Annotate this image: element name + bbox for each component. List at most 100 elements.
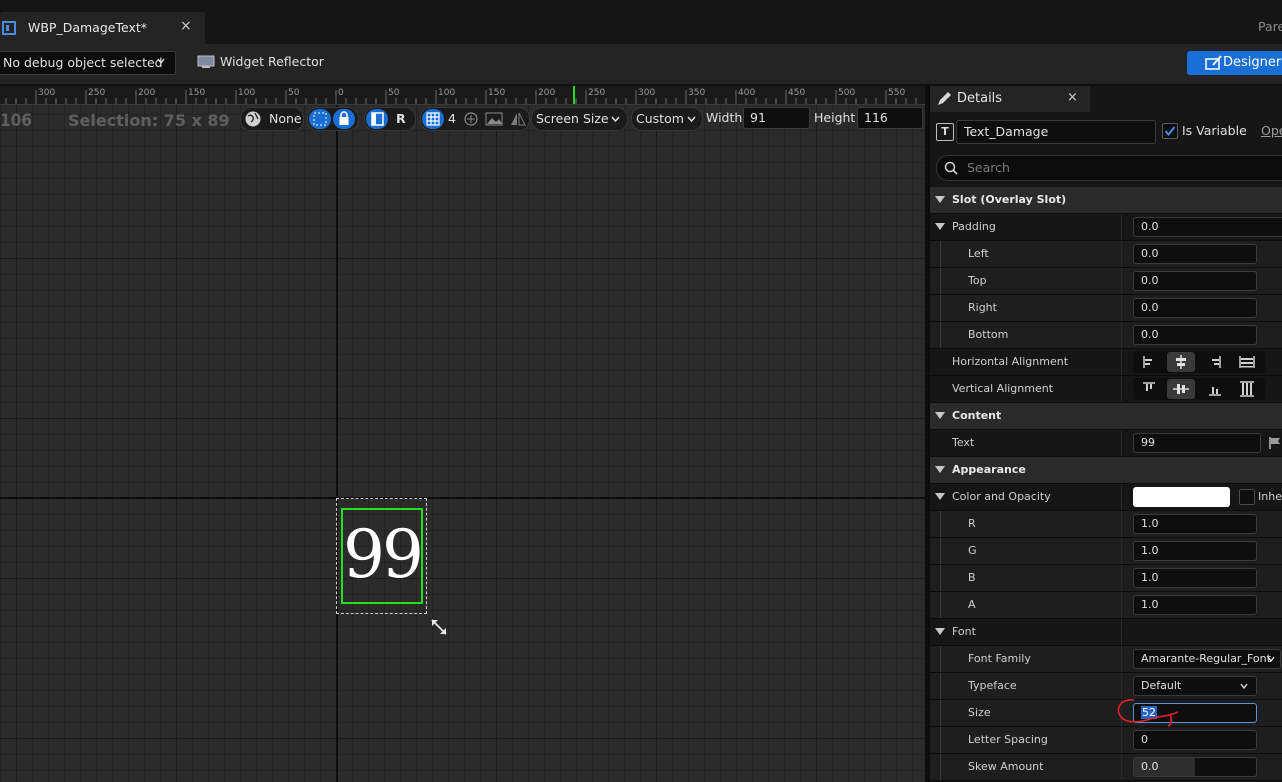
ruler-label: 250 xyxy=(88,88,106,98)
is-variable-checkbox[interactable] xyxy=(1162,123,1178,139)
ruler-label: 200 xyxy=(538,88,556,98)
padding-bottom-input[interactable]: 0.0 xyxy=(1133,325,1257,345)
padding-left-input[interactable]: 0.0 xyxy=(1133,244,1257,264)
is-variable-label: Is Variable xyxy=(1182,123,1247,138)
screen-size-label: Screen Size xyxy=(536,111,609,126)
category-content[interactable]: Content xyxy=(930,403,1282,430)
g-label: G xyxy=(968,544,977,557)
designer-mode-button[interactable]: Designer xyxy=(1187,51,1282,75)
padding-left-value: 0.0 xyxy=(1141,247,1159,260)
align-right-icon[interactable] xyxy=(1201,352,1229,372)
ruler-label: 350 xyxy=(688,88,706,98)
padding-input[interactable]: 0.0 xyxy=(1133,217,1282,237)
screen-size-dropdown[interactable]: Screen Size xyxy=(531,107,628,131)
open-link[interactable]: Ope xyxy=(1261,123,1282,138)
damage-text-preview[interactable]: 99 xyxy=(341,510,424,600)
close-details-icon[interactable]: × xyxy=(1067,90,1078,105)
top-label: Top xyxy=(968,274,987,287)
ruler-label: 50 xyxy=(388,88,400,98)
text-input[interactable]: 99 xyxy=(1133,433,1261,453)
checkmark-icon xyxy=(1164,126,1176,137)
close-tab-icon[interactable]: × xyxy=(180,18,192,34)
color-r-input[interactable]: 1.0 xyxy=(1133,514,1257,534)
collapse-arrow-icon[interactable] xyxy=(935,493,945,500)
text-widget-type-icon: T xyxy=(936,123,954,141)
color-swatch[interactable] xyxy=(1133,487,1230,507)
localization-preview-button[interactable]: None xyxy=(240,107,304,131)
size-label: Size xyxy=(968,706,991,719)
widget-blueprint-icon xyxy=(2,21,16,35)
font-family-dropdown[interactable]: Amarante-Regular_Font xyxy=(1133,649,1281,669)
debug-object-dropdown[interactable]: No debug object selected xyxy=(0,51,176,75)
property-color-r: R 1.0 xyxy=(930,511,1282,538)
property-font-family: Font Family Amarante-Regular_Font xyxy=(930,646,1282,673)
collapse-arrow-icon[interactable] xyxy=(935,628,945,635)
canvas-height-input[interactable]: 116 xyxy=(857,107,923,129)
ruler-label: 300 xyxy=(38,88,56,98)
align-top-icon[interactable] xyxy=(1135,379,1163,399)
ruler-label: 150 xyxy=(188,88,206,98)
cursor-coordinate-readout: 106 xyxy=(0,111,32,131)
flip-icon[interactable] xyxy=(509,111,527,127)
layout-toggle[interactable] xyxy=(366,109,388,129)
zoom-fit-icon[interactable] xyxy=(463,111,479,127)
ruler-label: 150 xyxy=(488,88,506,98)
property-font: Font xyxy=(930,619,1282,646)
document-tab[interactable]: WBP_DamageText* × xyxy=(0,12,205,44)
grid-snap-toggle[interactable] xyxy=(422,109,444,129)
grid-snap-value[interactable]: 4 xyxy=(448,111,456,126)
typeface-value: Default xyxy=(1141,679,1182,692)
ruler-label: 200 xyxy=(138,88,156,98)
canvas-width-input[interactable]: 91 xyxy=(743,107,810,129)
size-mode-dropdown[interactable]: Custom xyxy=(631,107,703,131)
padding-top-value: 0.0 xyxy=(1141,274,1159,287)
expand-arrow-icon[interactable] xyxy=(935,223,945,230)
skew-amount-slider[interactable]: 0.0 xyxy=(1133,757,1257,777)
localization-flag-icon[interactable] xyxy=(1268,436,1282,450)
align-center-horizontal-icon xyxy=(1176,355,1186,369)
debug-object-label: No debug object selected xyxy=(3,55,163,70)
safe-zone-toggle[interactable] xyxy=(309,109,331,129)
designer-canvas[interactable] xyxy=(0,86,925,782)
image-icon[interactable] xyxy=(485,112,503,126)
category-appearance[interactable]: Appearance xyxy=(930,457,1282,484)
ruler-label: 400 xyxy=(738,88,756,98)
property-color-and-opacity: Color and Opacity Inher xyxy=(930,484,1282,511)
align-fill-horizontal-icon[interactable] xyxy=(1233,352,1261,372)
align-fill-vertical-icon[interactable] xyxy=(1233,379,1261,399)
padding-right-input[interactable]: 0.0 xyxy=(1133,298,1257,318)
padding-top-input[interactable]: 0.0 xyxy=(1133,271,1257,291)
color-a-input[interactable]: 1.0 xyxy=(1133,595,1257,615)
right-label: Right xyxy=(968,301,997,314)
collapse-arrow-icon xyxy=(935,466,945,473)
horizontal-ruler: 300 250 200 150 100 50 0 50 100 150 200 250 300 350 40… xyxy=(0,86,925,105)
widget-name-input[interactable]: Text_Damage xyxy=(956,120,1156,144)
pencil-icon xyxy=(938,92,951,105)
color-b-input[interactable]: 1.0 xyxy=(1133,568,1257,588)
respect-locks-group: R xyxy=(364,107,416,131)
resize-handle-icon[interactable] xyxy=(429,617,449,637)
letter-spacing-value: 0 xyxy=(1141,733,1148,746)
ruler-label: 250 xyxy=(588,88,606,98)
color-b-value: 1.0 xyxy=(1141,571,1159,584)
property-skew-amount: Skew Amount 0.0 xyxy=(930,754,1282,781)
parent-class-label: Pare xyxy=(1258,19,1282,34)
horizontal-alignment-buttons xyxy=(1133,351,1265,373)
align-center-vertical-button[interactable] xyxy=(1167,379,1195,399)
font-family-label: Font Family xyxy=(968,652,1031,665)
lock-toggle[interactable] xyxy=(333,109,355,129)
details-search-input[interactable]: Search xyxy=(936,155,1282,181)
canvas-width-value: 91 xyxy=(750,110,766,125)
ruler-label: 550 xyxy=(888,88,906,98)
inherit-checkbox[interactable] xyxy=(1239,489,1255,505)
letter-spacing-input[interactable]: 0 xyxy=(1133,730,1257,750)
snap-letter[interactable]: R xyxy=(396,111,406,126)
align-left-icon[interactable] xyxy=(1135,352,1163,372)
category-slot[interactable]: Slot (Overlay Slot) xyxy=(930,187,1282,214)
color-g-input[interactable]: 1.0 xyxy=(1133,541,1257,561)
text-label: Text xyxy=(952,436,975,449)
align-bottom-icon[interactable] xyxy=(1201,379,1229,399)
align-center-horizontal-button[interactable] xyxy=(1167,352,1195,372)
red-annotation-scribble xyxy=(1117,699,1179,727)
details-tab[interactable]: Details × xyxy=(930,86,1090,112)
